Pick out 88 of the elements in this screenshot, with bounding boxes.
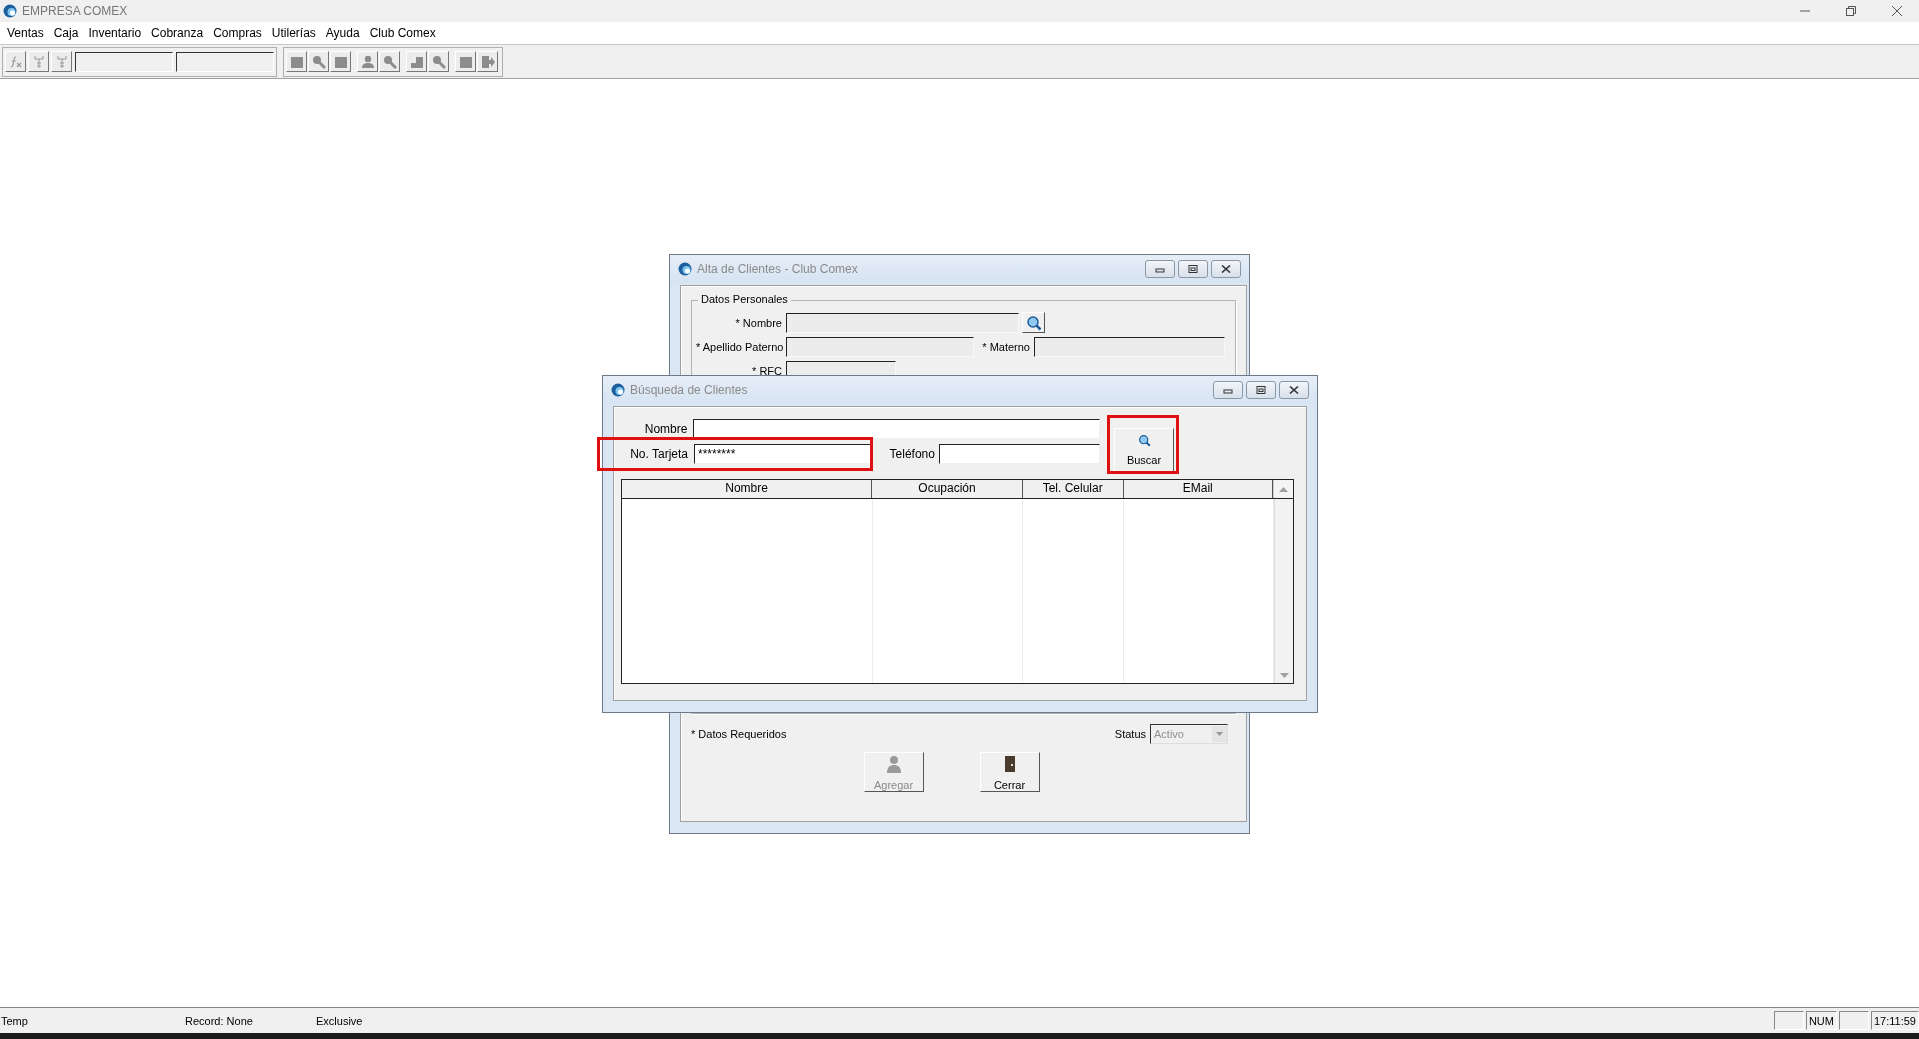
input-field[interactable]: ******** xyxy=(694,444,872,464)
close-icon xyxy=(1221,265,1231,273)
toolbar-button[interactable] xyxy=(5,51,26,72)
person-icon xyxy=(360,54,375,69)
maximize-icon xyxy=(1188,265,1198,273)
required-note: * Datos Requeridos xyxy=(691,728,787,740)
restore-icon[interactable] xyxy=(1845,5,1857,17)
app-logo-icon xyxy=(3,4,17,18)
toolbar-button[interactable] xyxy=(477,51,498,72)
toolbar-button[interactable] xyxy=(428,51,449,72)
toolbar-button[interactable] xyxy=(455,51,476,72)
column-header[interactable]: Tel. Celular xyxy=(1022,480,1124,498)
close-icon[interactable] xyxy=(1891,5,1903,17)
function-icon xyxy=(9,54,22,69)
toolbar-button[interactable] xyxy=(379,51,400,72)
close-button[interactable] xyxy=(1211,260,1241,278)
search-icon xyxy=(1025,314,1042,331)
field-label: * Materno xyxy=(981,340,1031,353)
app-title: EMPRESA COMEX xyxy=(22,4,128,18)
toolbar-button[interactable] xyxy=(286,51,307,72)
input-field[interactable] xyxy=(786,336,974,357)
close-icon xyxy=(1289,386,1299,394)
magnifier-icon xyxy=(382,54,397,69)
box-icon xyxy=(458,54,473,69)
app-logo-icon xyxy=(678,262,692,276)
door-icon xyxy=(1003,755,1016,773)
column-header[interactable]: Nombre xyxy=(622,480,873,498)
status-panel xyxy=(1773,1011,1804,1030)
group-title: Datos Personales xyxy=(698,293,791,305)
search-icon xyxy=(1137,434,1151,448)
input-field[interactable] xyxy=(786,312,1019,333)
menu-item[interactable]: Club Comex xyxy=(364,26,441,40)
maximize-button[interactable] xyxy=(1246,381,1276,399)
column-header[interactable]: Ocupación xyxy=(872,480,1023,498)
scroll-up-icon[interactable] xyxy=(1279,486,1289,492)
status-label: Status xyxy=(1114,728,1146,740)
close-button[interactable] xyxy=(1279,381,1309,399)
status-text: Record: None xyxy=(185,1014,254,1027)
field-label: Teléfono xyxy=(888,447,936,461)
tree-icon xyxy=(32,54,45,69)
box-icon xyxy=(289,54,304,69)
menu-item[interactable]: Compras xyxy=(208,26,267,40)
exit-arrow-icon xyxy=(480,54,495,69)
toolbar-field[interactable] xyxy=(176,51,274,72)
action-button[interactable]: Cerrar xyxy=(979,752,1040,792)
menu-item[interactable]: Ayuda xyxy=(320,26,365,40)
search-button[interactable]: Buscar xyxy=(1114,428,1174,472)
maximize-icon xyxy=(1256,386,1266,394)
menu-item[interactable]: Caja xyxy=(48,26,84,40)
toolbar-button[interactable] xyxy=(308,51,329,72)
window-title: Alta de Clientes - Club Comex xyxy=(697,262,858,276)
input-field[interactable] xyxy=(1034,336,1225,357)
toolbar-button[interactable] xyxy=(357,51,378,72)
field-label: * RFC xyxy=(751,364,783,377)
status-text: Temp xyxy=(0,1014,29,1027)
toolbar-field[interactable] xyxy=(75,51,173,72)
input-field[interactable] xyxy=(693,419,1100,439)
field-label: No. Tarjeta xyxy=(629,447,689,461)
menu-item[interactable]: Cobranza xyxy=(146,26,209,40)
scrollbar[interactable] xyxy=(1274,499,1293,683)
minimize-icon xyxy=(1155,265,1165,273)
toolbar-button[interactable] xyxy=(28,51,49,72)
maximize-button[interactable] xyxy=(1178,260,1208,278)
status-indicator: NUM xyxy=(1805,1011,1837,1030)
search-button[interactable] xyxy=(1022,312,1045,333)
toolbar-button[interactable] xyxy=(406,51,427,72)
toolbar-button[interactable] xyxy=(330,51,351,72)
window-title: Búsqueda de Clientes xyxy=(630,383,748,397)
tree-icon xyxy=(55,54,68,69)
scroll-down-icon[interactable] xyxy=(1279,673,1289,679)
magnifier-icon xyxy=(311,54,326,69)
field-label: Nombre xyxy=(643,422,689,436)
steps-icon xyxy=(409,54,424,69)
box-icon xyxy=(333,54,348,69)
input-field[interactable] xyxy=(938,444,1100,464)
magnifier-icon xyxy=(431,54,446,69)
toolbar-button[interactable] xyxy=(51,51,72,72)
status-text: Exclusive xyxy=(316,1014,363,1027)
menu-item[interactable]: Inventario xyxy=(83,26,147,40)
menu-item[interactable]: Ventas xyxy=(2,26,49,40)
menu-item[interactable]: Utilerías xyxy=(266,26,321,40)
minimize-icon xyxy=(1223,386,1233,394)
field-label: * Apellido Paterno xyxy=(696,340,785,353)
app-logo-icon xyxy=(611,383,625,397)
person-icon xyxy=(885,755,902,773)
status-panel xyxy=(1839,1011,1869,1030)
status-clock: 17:11:59 xyxy=(1871,1011,1919,1030)
field-label: * Nombre xyxy=(734,316,783,329)
